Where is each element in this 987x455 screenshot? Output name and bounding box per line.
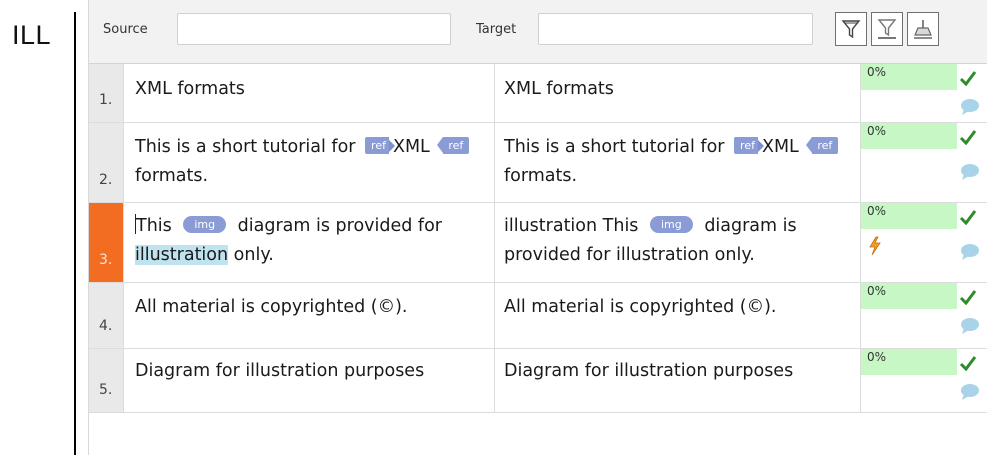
segment-number-cell[interactable]: 1. xyxy=(89,64,124,122)
segment-number-cell[interactable]: 3. xyxy=(89,203,124,282)
img-pill-tag[interactable]: img xyxy=(649,215,693,233)
clear-filter-button[interactable] xyxy=(907,12,939,46)
status-cell: 0% xyxy=(861,203,987,282)
source-text-cell[interactable]: Diagram for illustration purposes xyxy=(135,357,491,386)
match-percentage: 0% xyxy=(861,64,957,90)
target-filter-input[interactable] xyxy=(538,13,813,45)
status-cell: 0% xyxy=(861,283,987,348)
editor-panel: Source Target 1. XML formats XML formats 0%… xyxy=(88,0,987,455)
target-text-cell[interactable]: Diagram for illustration purposes xyxy=(504,357,856,386)
match-percentage: 0% xyxy=(861,283,957,309)
segment-row[interactable]: 2. This is a short tutorial for ref XML re… xyxy=(89,123,987,203)
confirmed-check-icon xyxy=(959,210,977,225)
column-divider xyxy=(494,349,495,412)
column-divider xyxy=(494,64,495,122)
segment-row[interactable]: 4. All material is copyrighted (©). All ma… xyxy=(89,283,987,349)
match-percentage: 0% xyxy=(861,203,957,229)
source-text-cell[interactable]: All material is copyrighted (©). xyxy=(135,293,491,322)
column-divider xyxy=(494,123,495,202)
segment-text: This is a short tutorial for xyxy=(135,137,362,157)
filter-bar: Source Target xyxy=(89,0,987,64)
confirmed-check-icon xyxy=(959,290,977,305)
highlighted-term: illustration xyxy=(135,245,229,265)
column-divider xyxy=(494,283,495,348)
source-filter-label: Source xyxy=(103,22,148,37)
segment-text: XML formats xyxy=(504,79,614,99)
segment-text: formats. xyxy=(135,166,209,186)
status-cell: 0% xyxy=(861,64,987,122)
source-filter-input[interactable] xyxy=(177,13,451,45)
segment-text: This is a short tutorial for xyxy=(504,137,731,157)
segment-number: 4. xyxy=(99,318,113,334)
confirmed-check-icon xyxy=(959,71,977,86)
segment-text: Diagram for illustration purposes xyxy=(504,361,794,381)
segment-number-cell[interactable]: 2. xyxy=(89,123,124,202)
target-text-cell[interactable]: This is a short tutorial for ref XML ref … xyxy=(504,133,856,191)
segment-text: illustration This xyxy=(504,216,644,236)
status-cell: 0% xyxy=(861,123,987,202)
segment-number: 5. xyxy=(99,382,113,398)
segment-text: XML xyxy=(761,137,805,157)
segment-text: only. xyxy=(228,245,274,265)
segment-number-cell[interactable]: 5. xyxy=(89,349,124,412)
comment-icon[interactable] xyxy=(960,98,980,116)
segment-row[interactable]: 3. This img diagram is provided for illus… xyxy=(89,203,987,283)
filter-off-icon xyxy=(877,19,897,39)
source-text-cell[interactable]: This img diagram is provided for illustr… xyxy=(135,212,491,270)
segment-number: 3. xyxy=(99,252,113,268)
confirmed-check-icon xyxy=(959,130,977,145)
comment-icon[interactable] xyxy=(960,163,980,181)
confirmed-check-icon xyxy=(959,356,977,371)
status-cell: 0% xyxy=(861,349,987,412)
toggle-filter-button[interactable] xyxy=(871,12,903,46)
segment-row[interactable]: 1. XML formats XML formats 0% xyxy=(89,64,987,123)
ref-open-tag[interactable]: ref xyxy=(734,136,764,154)
warning-bolt-icon xyxy=(869,236,881,256)
segment-text: XML xyxy=(392,137,436,157)
target-text-cell[interactable]: illustration This img diagram is provide… xyxy=(504,212,856,270)
segment-number: 1. xyxy=(99,92,113,108)
segment-number-cell[interactable]: 4. xyxy=(89,283,124,348)
segment-text: Diagram for illustration purposes xyxy=(135,361,425,381)
vertical-divider-line xyxy=(74,12,76,455)
ref-close-tag[interactable]: ref xyxy=(437,136,470,154)
side-label: ILL xyxy=(12,20,52,50)
segment-text: XML formats xyxy=(135,79,245,99)
column-divider xyxy=(494,203,495,282)
img-pill-tag[interactable]: img xyxy=(183,215,227,233)
comment-icon[interactable] xyxy=(960,243,980,261)
source-text-cell[interactable]: This is a short tutorial for ref XML ref … xyxy=(135,133,491,191)
apply-filter-button[interactable] xyxy=(835,12,867,46)
comment-icon[interactable] xyxy=(960,383,980,401)
match-percentage: 0% xyxy=(861,123,957,149)
segment-text: All material is copyrighted (©). xyxy=(504,297,777,317)
text-cursor xyxy=(135,214,136,234)
segment-text: This xyxy=(136,216,178,236)
segment-text: All material is copyrighted (©). xyxy=(135,297,408,317)
segment-text: formats. xyxy=(504,166,578,186)
segment-row[interactable]: 5. Diagram for illustration purposes Diagr… xyxy=(89,349,987,413)
comment-icon[interactable] xyxy=(960,317,980,335)
source-text-cell[interactable]: XML formats xyxy=(135,75,491,104)
ref-close-tag[interactable]: ref xyxy=(806,136,839,154)
segment-text: diagram is provided for xyxy=(232,216,442,236)
filter-icon xyxy=(841,20,861,39)
clear-filter-icon xyxy=(914,20,932,39)
target-text-cell[interactable]: XML formats xyxy=(504,75,856,104)
segment-number: 2. xyxy=(99,172,113,188)
ref-open-tag[interactable]: ref xyxy=(365,136,395,154)
match-percentage: 0% xyxy=(861,349,957,375)
target-text-cell[interactable]: All material is copyrighted (©). xyxy=(504,293,856,322)
target-filter-label: Target xyxy=(476,22,517,37)
